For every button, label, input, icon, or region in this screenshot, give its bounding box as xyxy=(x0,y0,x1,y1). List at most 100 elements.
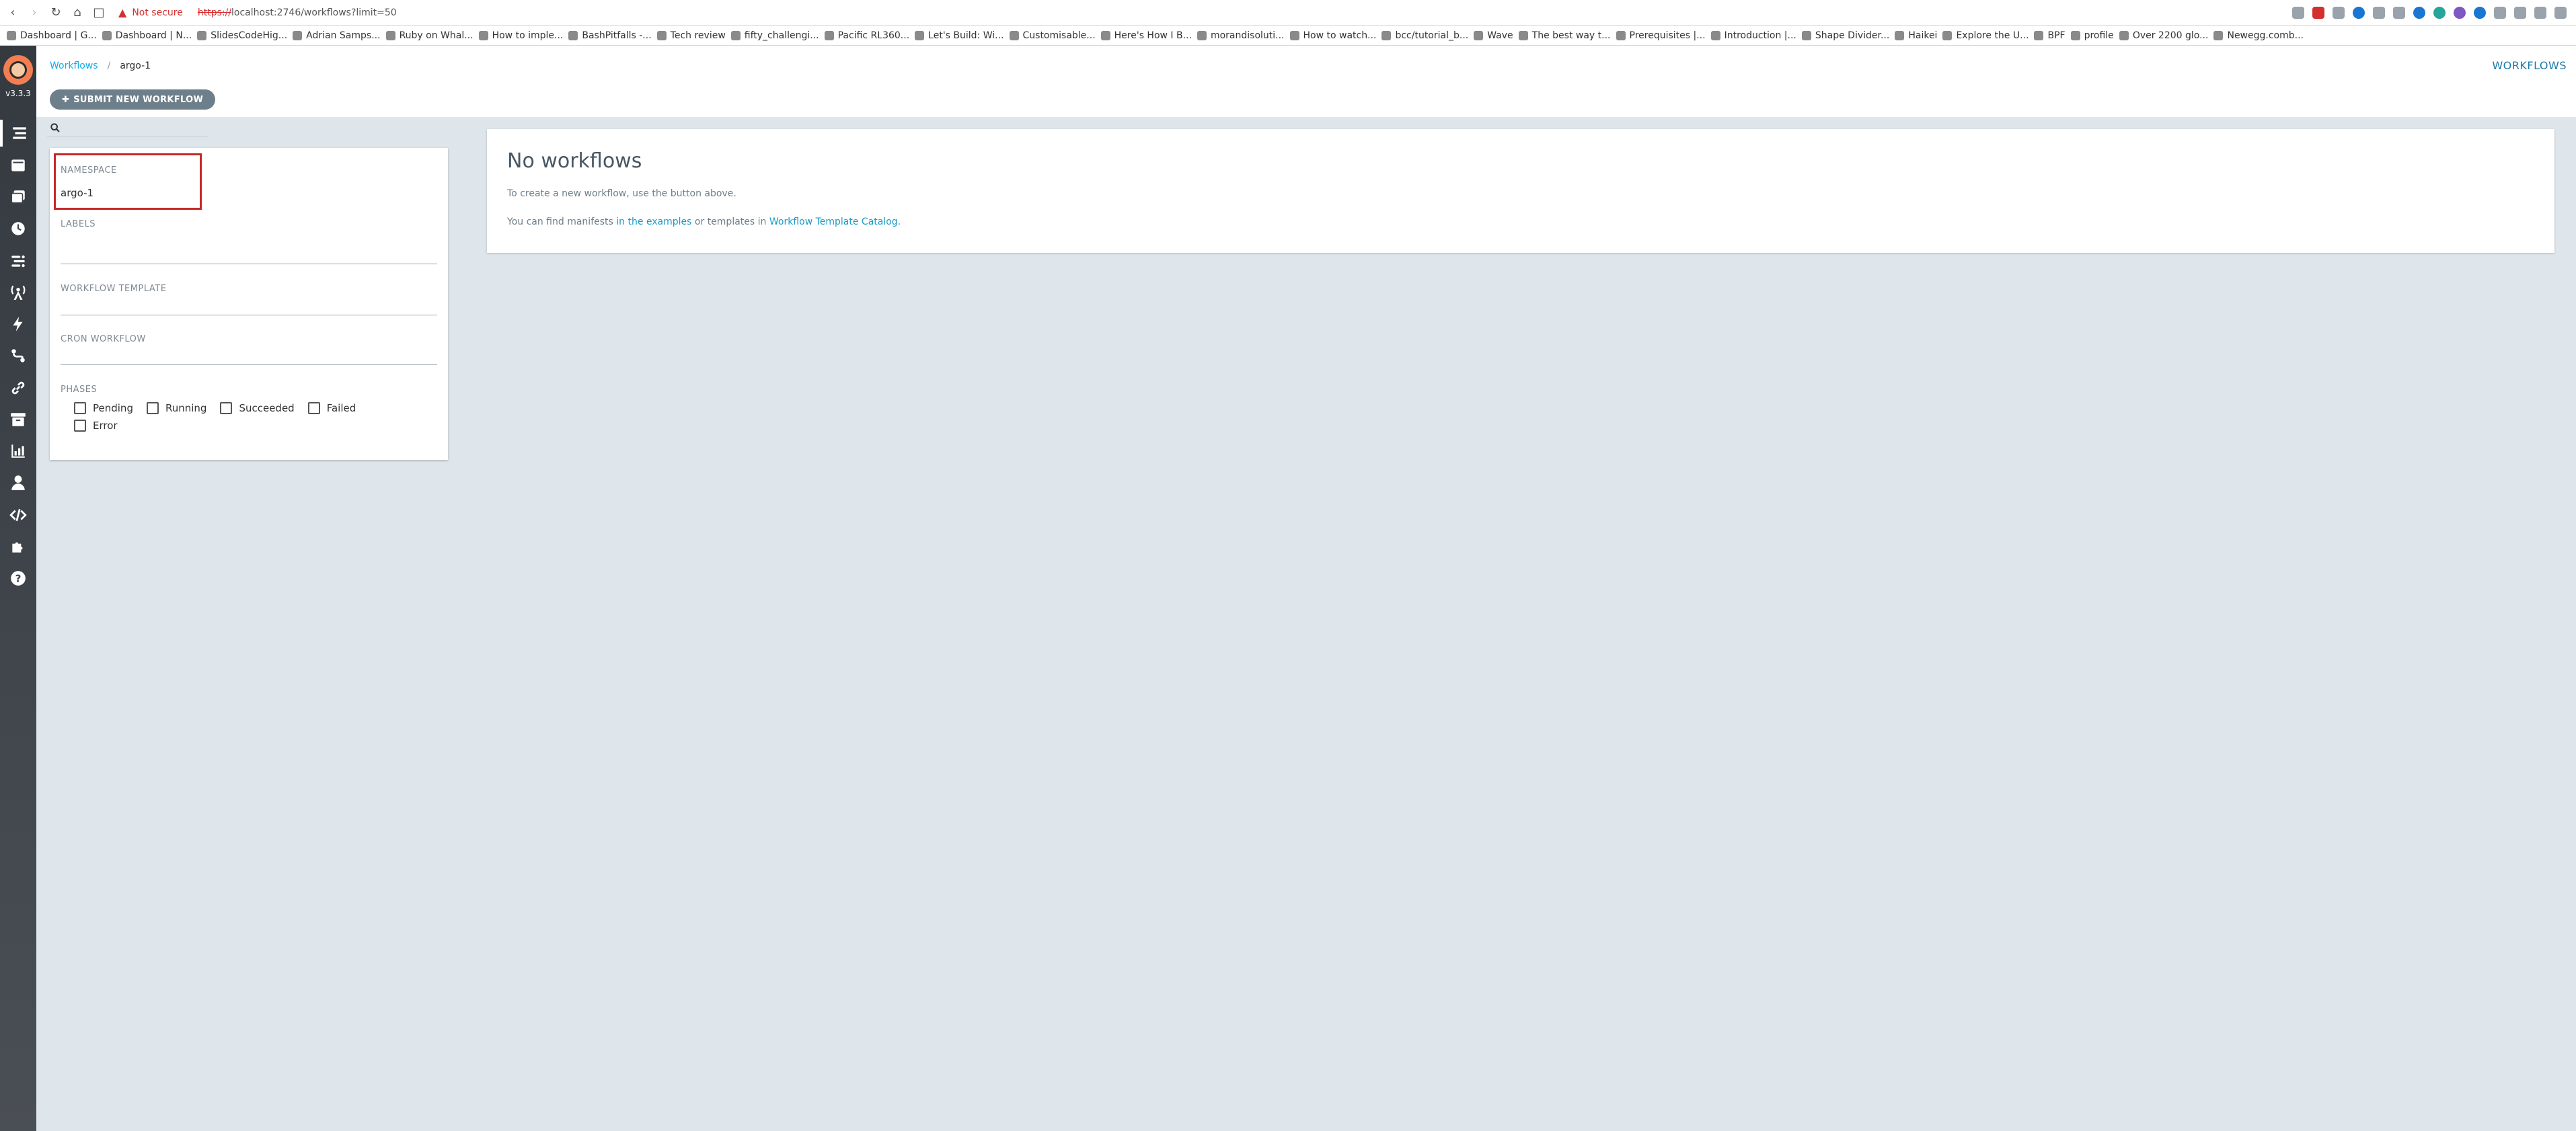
bookmark-item[interactable]: Over 2200 glo... xyxy=(2119,30,2208,41)
cron-workflow-label: CRON WORKFLOW xyxy=(61,334,146,344)
reload-icon[interactable]: ↻ xyxy=(47,4,65,22)
bookmark-item[interactable]: Dashboard | N... xyxy=(102,30,192,41)
bookmark-item[interactable]: Customisable... xyxy=(1009,30,1096,41)
extension-icon[interactable] xyxy=(2333,6,2345,19)
bookmark-item[interactable]: Dashboard | G... xyxy=(7,30,97,41)
extension-icon[interactable] xyxy=(2494,6,2506,19)
checkbox-icon xyxy=(220,402,233,414)
bookmark-item[interactable]: BPF xyxy=(2034,30,2066,41)
bookmark-label: morandisoluti... xyxy=(1210,30,1285,41)
bookmark-item[interactable]: bcc/tutorial_b... xyxy=(1381,30,1468,41)
breadcrumb-workflows-link[interactable]: Workflows xyxy=(50,61,98,71)
bookmark-favicon-icon xyxy=(2034,30,2044,40)
browser-toolbar: ‹ › ↻ ⌂ □ ▲ Not secure https:// localhos… xyxy=(0,0,2576,26)
bookmark-item[interactable]: Newegg.comb... xyxy=(2213,30,2304,41)
empty-state-instructions: To create a new workflow, use the button… xyxy=(507,188,736,199)
bookmark-favicon-icon xyxy=(102,30,112,40)
event-flow-alt-icon[interactable] xyxy=(0,342,36,369)
api-docs-icon[interactable] xyxy=(0,502,36,529)
bookmark-label: Newegg.comb... xyxy=(2227,30,2304,41)
page-title: WORKFLOWS xyxy=(2492,59,2567,72)
shield-icon[interactable] xyxy=(2292,6,2304,19)
bookmark-item[interactable]: Ruby on Whal... xyxy=(385,30,473,41)
security-status: Not secure xyxy=(132,7,183,18)
phase-checkbox-succeeded[interactable]: Succeeded xyxy=(220,402,295,414)
bookmark-item[interactable]: BashPitfalls -... xyxy=(568,30,652,41)
extension-icon[interactable] xyxy=(2353,6,2365,19)
namespace-label: NAMESPACE xyxy=(61,165,117,176)
bookmark-label: Introduction |... xyxy=(1724,30,1796,41)
bookmark-item[interactable]: Prerequisites |... xyxy=(1616,30,1706,41)
reports-icon[interactable] xyxy=(0,438,36,465)
template-catalog-link[interactable]: Workflow Template Catalog xyxy=(769,217,898,227)
phase-label: Pending xyxy=(93,402,133,414)
phase-checkbox-pending[interactable]: Pending xyxy=(74,402,133,414)
bookmark-label: Pacific RL360... xyxy=(837,30,910,41)
bookmark-item[interactable]: fifty_challengi... xyxy=(730,30,819,41)
bookmark-item[interactable]: Shape Divider... xyxy=(1801,30,1889,41)
bookmark-item[interactable]: Adrian Samps... xyxy=(293,30,381,41)
back-icon[interactable]: ‹ xyxy=(4,4,22,22)
resources-suffix: . xyxy=(897,217,901,227)
bookmark-item[interactable]: Explore the U... xyxy=(1942,30,2029,41)
phase-checkbox-error[interactable]: Error xyxy=(74,420,118,432)
bookmark-favicon-icon xyxy=(568,30,578,40)
phase-checkbox-failed[interactable]: Failed xyxy=(307,402,356,414)
bookmark-item[interactable]: How to imple... xyxy=(478,30,563,41)
user-icon[interactable] xyxy=(0,469,36,496)
phase-checkbox-running[interactable]: Running xyxy=(146,402,206,414)
namespace-input[interactable]: argo-1 xyxy=(61,187,93,199)
extension-icon[interactable] xyxy=(2312,6,2324,19)
cluster-templates-icon[interactable] xyxy=(0,184,36,210)
bookmark-item[interactable]: Introduction |... xyxy=(1710,30,1796,41)
extension-icon[interactable] xyxy=(2373,6,2385,19)
cron-workflows-icon[interactable] xyxy=(0,215,36,242)
breadcrumb-current: argo-1 xyxy=(120,61,151,71)
bookmark-label: Adrian Samps... xyxy=(306,30,381,41)
bookmark-label: profile xyxy=(2084,30,2114,41)
bookmark-item[interactable]: Wave xyxy=(1474,30,1513,41)
home-icon[interactable]: ⌂ xyxy=(69,4,86,22)
bookmark-item[interactable]: morandisoluti... xyxy=(1197,30,1285,41)
archive-icon[interactable] xyxy=(0,406,36,433)
extension-icon[interactable] xyxy=(2514,6,2526,19)
bookmark-item[interactable]: Haikei xyxy=(1895,30,1937,41)
bookmark-label: Dashboard | N... xyxy=(115,30,192,41)
event-sources-icon[interactable] xyxy=(0,279,36,306)
examples-link[interactable]: in the examples xyxy=(616,217,691,227)
submit-new-workflow-button[interactable]: ✚ SUBMIT NEW WORKFLOW xyxy=(50,89,216,110)
bookmark-label: BashPitfalls -... xyxy=(582,30,652,41)
search-input[interactable] xyxy=(47,118,209,137)
bookmark-label: Here's How I B... xyxy=(1114,30,1192,41)
bookmark-item[interactable]: How to watch... xyxy=(1289,30,1376,41)
help-icon[interactable]: ? xyxy=(0,565,36,592)
workflows-icon[interactable] xyxy=(0,120,36,147)
bookmark-item[interactable]: Tech review xyxy=(656,30,726,41)
workflow-templates-icon[interactable] xyxy=(0,152,36,179)
plugins-icon[interactable] xyxy=(0,533,36,560)
bookmark-item[interactable]: The best way t... xyxy=(1518,30,1611,41)
sensors-icon[interactable] xyxy=(0,311,36,338)
bookmark-item[interactable]: SlidesCodeHig... xyxy=(197,30,287,41)
bookmark-item[interactable]: profile xyxy=(2070,30,2114,41)
address-bar[interactable]: ▲ Not secure https:// localhost:2746/wor… xyxy=(118,3,2292,22)
link-icon[interactable] xyxy=(0,375,36,401)
forward-icon[interactable]: › xyxy=(26,4,43,22)
cron-workflow-input[interactable] xyxy=(61,364,437,365)
bookmark-icon[interactable]: □ xyxy=(90,4,108,22)
bookmark-label: Customisable... xyxy=(1022,30,1096,41)
extension-icon[interactable] xyxy=(2413,6,2425,19)
extension-icon[interactable] xyxy=(2474,6,2486,19)
page-header: Workflows / argo-1 WORKFLOWS ✚ SUBMIT NEW … xyxy=(36,46,2576,117)
extension-icon[interactable] xyxy=(2433,6,2446,19)
event-flow-icon[interactable] xyxy=(0,247,36,274)
extension-icon[interactable] xyxy=(2534,6,2546,19)
bookmark-favicon-icon xyxy=(1009,30,1019,40)
bookmark-item[interactable]: Let's Build: Wi... xyxy=(915,30,1004,41)
menu-icon[interactable] xyxy=(2554,6,2567,19)
bookmark-item[interactable]: Here's How I B... xyxy=(1100,30,1192,41)
argo-logo[interactable] xyxy=(3,55,33,85)
extension-icon[interactable] xyxy=(2393,6,2405,19)
bookmark-item[interactable]: Pacific RL360... xyxy=(824,30,910,41)
extension-icon[interactable] xyxy=(2454,6,2466,19)
